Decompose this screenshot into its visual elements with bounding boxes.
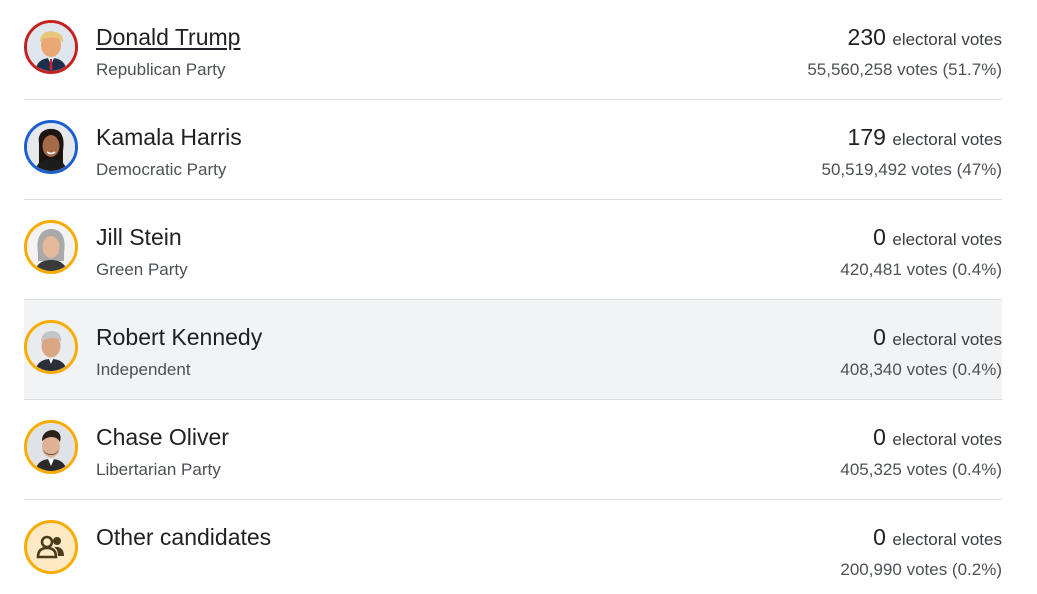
- candidate-name: Other candidates: [96, 524, 272, 550]
- candidate-party: Green Party: [96, 260, 188, 279]
- candidate-party: Republican Party: [96, 60, 226, 79]
- electoral-votes-label: electoral votes: [892, 530, 1002, 549]
- robert-kennedy-avatar: [24, 320, 78, 374]
- candidate-party: Libertarian Party: [96, 460, 221, 479]
- chase-oliver-avatar: [24, 420, 78, 474]
- candidate-name: Chase Oliver: [96, 424, 229, 450]
- electoral-votes-count: 0: [873, 224, 886, 250]
- jill-stein-photo: [27, 223, 75, 271]
- candidate-name: Kamala Harris: [96, 124, 242, 150]
- electoral-votes: 0 electoral votes: [873, 424, 1002, 451]
- robert-kennedy-photo: [27, 323, 75, 371]
- popular-votes: 408,340 votes (0.4%): [840, 360, 1002, 379]
- electoral-votes-count: 0: [873, 324, 886, 350]
- people-group-icon: [27, 523, 75, 571]
- electoral-votes: 0 electoral votes: [873, 324, 1002, 351]
- other-candidates-avatar: [24, 520, 78, 574]
- candidate-row-jill-stein[interactable]: Jill Stein Green Party 0 electoral votes…: [24, 200, 1002, 300]
- popular-votes: 420,481 votes (0.4%): [840, 260, 1002, 279]
- candidate-name-link[interactable]: Donald Trump: [96, 24, 240, 51]
- electoral-votes: 230 electoral votes: [848, 24, 1002, 51]
- electoral-votes: 179 electoral votes: [848, 124, 1002, 151]
- electoral-votes-label: electoral votes: [892, 30, 1002, 49]
- candidate-row-chase-oliver[interactable]: Chase Oliver Libertarian Party 0 elector…: [24, 400, 1002, 500]
- electoral-votes: 0 electoral votes: [873, 524, 1002, 551]
- donald-trump-avatar: [24, 20, 78, 74]
- candidate-party: Democratic Party: [96, 160, 227, 179]
- electoral-votes: 0 electoral votes: [873, 224, 1002, 251]
- kamala-harris-photo: [27, 123, 75, 171]
- election-results-list: Donald Trump Republican Party 230 electo…: [0, 0, 1037, 594]
- kamala-harris-avatar: [24, 120, 78, 174]
- candidate-row-other-candidates[interactable]: Other candidates 0 electoral votes 200,9…: [24, 500, 1002, 594]
- electoral-votes-count: 0: [873, 424, 886, 450]
- candidate-name: Jill Stein: [96, 224, 182, 250]
- electoral-votes-label: electoral votes: [892, 230, 1002, 249]
- electoral-votes-count: 0: [873, 524, 886, 550]
- candidate-name: Robert Kennedy: [96, 324, 263, 350]
- popular-votes: 200,990 votes (0.2%): [840, 560, 1002, 579]
- electoral-votes-label: electoral votes: [892, 130, 1002, 149]
- donald-trump-photo: [27, 23, 75, 71]
- popular-votes: 405,325 votes (0.4%): [840, 460, 1002, 479]
- candidate-row-robert-kennedy[interactable]: Robert Kennedy Independent 0 electoral v…: [24, 300, 1002, 400]
- popular-votes: 50,519,492 votes (47%): [821, 160, 1002, 179]
- popular-votes: 55,560,258 votes (51.7%): [807, 60, 1002, 79]
- jill-stein-avatar: [24, 220, 78, 274]
- electoral-votes-label: electoral votes: [892, 430, 1002, 449]
- candidate-party: Independent: [96, 360, 191, 379]
- candidate-row-donald-trump[interactable]: Donald Trump Republican Party 230 electo…: [24, 0, 1002, 100]
- chase-oliver-photo: [27, 423, 75, 471]
- electoral-votes-label: electoral votes: [892, 330, 1002, 349]
- electoral-votes-count: 230: [847, 24, 886, 50]
- candidate-row-kamala-harris[interactable]: Kamala Harris Democratic Party 179 elect…: [24, 100, 1002, 200]
- electoral-votes-count: 179: [847, 124, 886, 150]
